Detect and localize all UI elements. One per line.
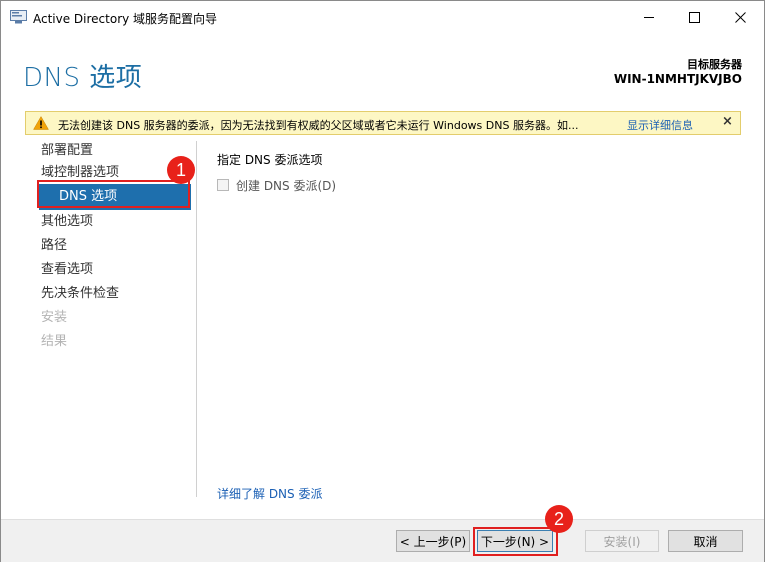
maximize-button[interactable] xyxy=(671,1,717,33)
nav-item-deployment-configuration[interactable]: 部署配置 xyxy=(41,141,93,161)
nav-item-additional-options[interactable]: 其他选项 xyxy=(41,212,93,232)
annotation-badge-1: 1 xyxy=(167,156,195,184)
server-manager-icon xyxy=(10,10,27,24)
title-bar[interactable]: Active Directory 域服务配置向导 xyxy=(1,1,764,33)
create-dns-delegation-option: 创建 DNS 委派(D) xyxy=(217,176,336,194)
nav-item-prerequisites-check[interactable]: 先决条件检查 xyxy=(41,284,119,304)
wizard-window: Active Directory 域服务配置向导 DNS 选项 目标服务器 WI… xyxy=(0,0,765,562)
annotation-highlight-dns-options xyxy=(37,180,190,208)
close-button[interactable] xyxy=(717,1,763,33)
annotation-badge-2: 2 xyxy=(545,505,573,533)
dns-delegation-heading: 指定 DNS 委派选项 xyxy=(217,153,323,167)
close-icon xyxy=(734,11,746,23)
window-title: Active Directory 域服务配置向导 xyxy=(33,12,218,26)
show-details-link[interactable]: 显示详细信息 xyxy=(627,117,693,133)
learn-more-dns-delegation-link[interactable]: 详细了解 DNS 委派 xyxy=(217,485,322,502)
nav-item-paths[interactable]: 路径 xyxy=(41,236,67,256)
nav-item-review-options[interactable]: 查看选项 xyxy=(41,260,93,280)
minimize-button[interactable] xyxy=(626,1,672,33)
warning-close-icon[interactable]: × xyxy=(722,114,733,129)
target-server-name: WIN-1NMHTJKVJBO xyxy=(613,72,742,86)
create-dns-delegation-label: 创建 DNS 委派(D) xyxy=(236,178,337,193)
warning-triangle-icon xyxy=(33,116,49,130)
annotation-highlight-next-button xyxy=(473,527,558,556)
nav-item-installation: 安装 xyxy=(41,310,68,325)
target-server-label: 目标服务器 xyxy=(687,58,742,71)
minimize-icon xyxy=(644,16,654,18)
warning-text: 无法创建该 DNS 服务器的委派，因为无法找到有权威的父区域或者它未运行 Win… xyxy=(58,119,579,132)
cancel-button[interactable]: 取消 xyxy=(668,530,743,552)
create-dns-delegation-checkbox xyxy=(217,179,229,191)
page-title: DNS 选项 xyxy=(23,63,143,93)
warning-bar: 无法创建该 DNS 服务器的委派，因为无法找到有权威的父区域或者它未运行 Win… xyxy=(25,111,741,135)
previous-button[interactable]: < 上一步(P) xyxy=(396,530,470,552)
maximize-icon xyxy=(688,11,700,23)
wizard-footer: < 上一步(P) 下一步(N) > 安装(I) 取消 xyxy=(1,519,764,562)
nav-divider xyxy=(196,141,197,497)
install-button: 安装(I) xyxy=(585,530,659,552)
nav-item-results: 结果 xyxy=(41,334,68,349)
